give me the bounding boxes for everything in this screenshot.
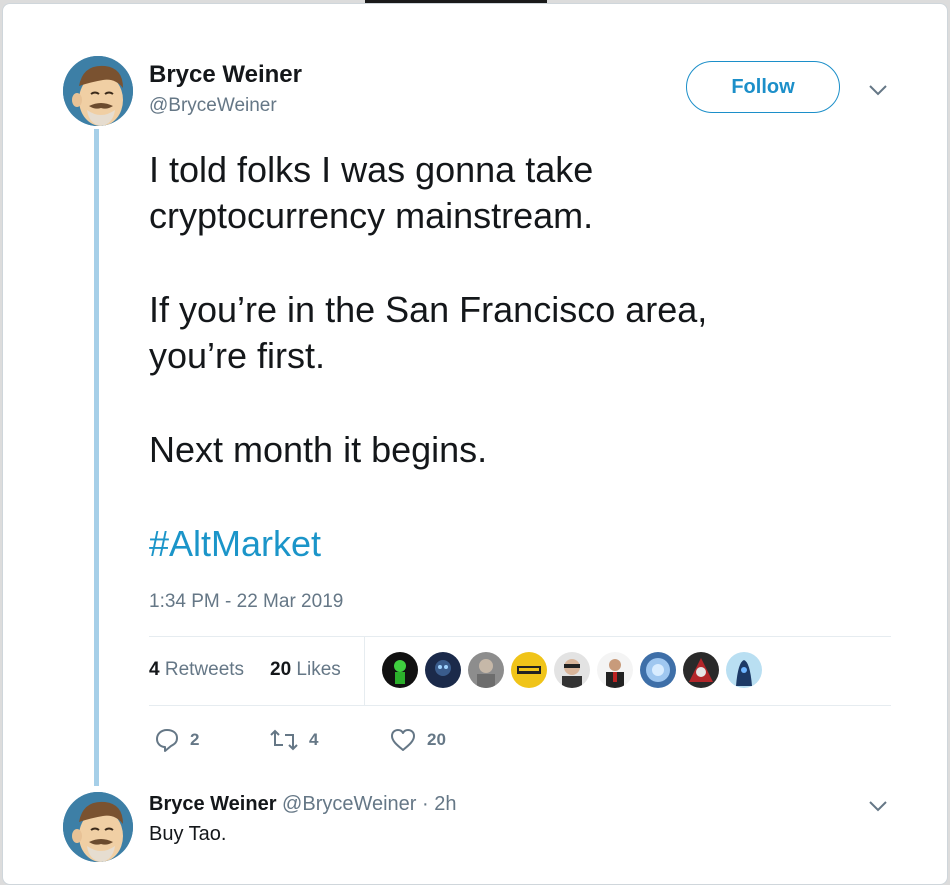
reply-count: 2 (190, 730, 200, 749)
chevron-down-icon[interactable] (867, 799, 889, 813)
reply-author-avatar[interactable] (63, 792, 133, 862)
divider (149, 705, 891, 706)
reply-header[interactable]: Bryce Weiner @BryceWeiner · 2h (149, 793, 457, 816)
divider (364, 636, 365, 705)
tweet-line: cryptocurrency mainstream. (149, 195, 594, 236)
tweet-line: If you’re in the San Francisco area, (149, 289, 708, 330)
likes-label: Likes (296, 659, 341, 680)
tweet-card: Bryce Weiner @BryceWeiner Follow I told … (2, 3, 948, 885)
retweets-count: 4 (149, 659, 160, 680)
likes-count: 20 (270, 659, 292, 680)
tweet-body: I told folks I was gonna take cryptocurr… (149, 147, 869, 567)
like-count: 20 (427, 730, 446, 749)
retweet-action[interactable]: 4 (269, 727, 318, 753)
liker-avatar[interactable] (597, 652, 633, 688)
reply-author-handle[interactable]: @BryceWeiner (282, 793, 416, 815)
thread-connector-line (94, 129, 99, 786)
liker-avatar[interactable] (683, 652, 719, 688)
chevron-down-icon[interactable] (867, 83, 889, 97)
follow-button[interactable]: Follow (686, 61, 840, 113)
reply-icon (156, 729, 178, 752)
author-name[interactable]: Bryce Weiner (149, 61, 302, 89)
tweet-line: Next month it begins. (149, 429, 488, 470)
like-action[interactable]: 20 (389, 727, 446, 753)
likes-stat[interactable]: 20 Likes (270, 659, 341, 681)
liker-avatar[interactable] (425, 652, 461, 688)
reply-action[interactable]: 2 (154, 727, 199, 753)
liker-avatar[interactable] (382, 652, 418, 688)
liker-avatar[interactable] (726, 652, 762, 688)
reply-body: Buy Tao. (149, 823, 227, 845)
avatar-face-icon (63, 792, 133, 862)
tweet-line: you’re first. (149, 335, 326, 376)
heart-icon (391, 729, 415, 751)
author-handle[interactable]: @BryceWeiner (149, 95, 277, 117)
avatar-face-icon (63, 56, 133, 126)
retweet-count: 4 (309, 730, 319, 749)
reply-separator: · (422, 793, 429, 815)
reply-author-name[interactable]: Bryce Weiner (149, 793, 276, 815)
author-avatar[interactable] (63, 56, 133, 126)
tweet-line: I told folks I was gonna take (149, 149, 594, 190)
divider (149, 636, 891, 637)
retweet-icon (270, 729, 298, 751)
hashtag-link[interactable]: #AltMarket (149, 521, 869, 567)
liker-avatar[interactable] (640, 652, 676, 688)
liker-avatar[interactable] (468, 652, 504, 688)
liker-avatar[interactable] (511, 652, 547, 688)
retweets-stat[interactable]: 4 Retweets (149, 659, 244, 681)
retweets-label: Retweets (164, 659, 245, 680)
tweet-timestamp[interactable]: 1:34 PM - 22 Mar 2019 (149, 591, 343, 613)
reply-time[interactable]: 2h (434, 793, 456, 815)
liker-avatar[interactable] (554, 652, 590, 688)
